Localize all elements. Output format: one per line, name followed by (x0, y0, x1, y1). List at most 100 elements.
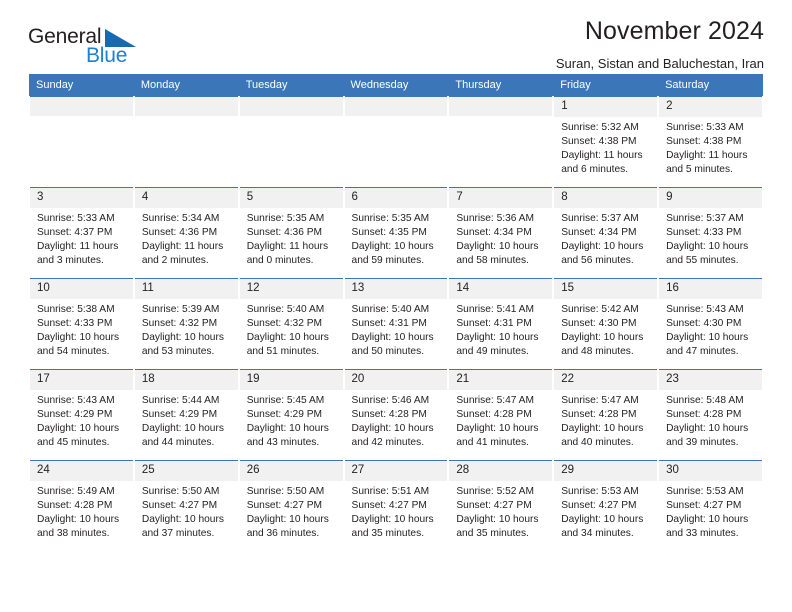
day-number (344, 97, 448, 116)
calendar-day-cell[interactable]: 27 Sunrise: 5:51 AM Sunset: 4:27 PM Dayligh… (342, 460, 450, 551)
day-number: 4 (134, 188, 238, 208)
calendar-day-cell[interactable]: 9 Sunrise: 5:37 AM Sunset: 4:33 PM Daylight… (657, 187, 764, 279)
weekday-header-sunday: Sunday (29, 74, 134, 97)
calendar-day-cell[interactable]: 30 Sunrise: 5:53 AM Sunset: 4:27 PM Dayligh… (657, 460, 764, 551)
calendar-week-row: 3 Sunrise: 5:33 AM Sunset: 4:37 PM Daylight… (28, 187, 764, 279)
calendar-day-cell[interactable]: 15 Sunrise: 5:42 AM Sunset: 4:30 PM Dayligh… (552, 278, 660, 370)
sunrise-text: Sunrise: 5:33 AM (666, 121, 744, 133)
day-number: 29 (554, 461, 658, 481)
day-number: 14 (449, 279, 553, 299)
calendar-day-cell[interactable]: 6 Sunrise: 5:35 AM Sunset: 4:35 PM Daylight… (342, 187, 450, 279)
calendar-day-cell[interactable]: 24 Sunrise: 5:49 AM Sunset: 4:28 PM Dayligh… (28, 460, 135, 551)
calendar-week-row: 10 Sunrise: 5:38 AM Sunset: 4:33 PM Dayligh… (28, 278, 764, 370)
day-details: Sunrise: 5:48 AM Sunset: 4:28 PM Daylight:… (659, 390, 762, 451)
day-number: 19 (239, 370, 343, 390)
calendar-day-cell[interactable]: 22 Sunrise: 5:47 AM Sunset: 4:28 PM Dayligh… (552, 369, 660, 461)
daylight-text: Daylight: 10 hours and 43 minutes. (246, 423, 329, 449)
calendar-day-cell[interactable]: 7 Sunrise: 5:36 AM Sunset: 4:34 PM Daylight… (447, 187, 555, 279)
day-details: Sunrise: 5:53 AM Sunset: 4:27 PM Daylight:… (659, 481, 762, 542)
sunrise-text: Sunrise: 5:50 AM (246, 485, 325, 497)
calendar-day-cell[interactable]: 11 Sunrise: 5:39 AM Sunset: 4:32 PM Dayligh… (132, 278, 240, 370)
sunset-text: Sunset: 4:36 PM (246, 226, 323, 238)
calendar-day-cell[interactable]: 21 Sunrise: 5:47 AM Sunset: 4:28 PM Dayligh… (447, 369, 555, 461)
day-number: 20 (344, 370, 448, 390)
day-details: Sunrise: 5:42 AM Sunset: 4:30 PM Daylight:… (554, 299, 657, 360)
calendar-day-cell[interactable]: 2 Sunrise: 5:33 AM Sunset: 4:38 PM Daylight… (657, 96, 764, 188)
day-details: Sunrise: 5:33 AM Sunset: 4:37 PM Daylight:… (30, 208, 133, 269)
weekday-header-saturday: Saturday (658, 74, 763, 97)
brand-name-blue: Blue (86, 44, 128, 67)
calendar-day-cell[interactable]: 25 Sunrise: 5:50 AM Sunset: 4:27 PM Dayligh… (132, 460, 240, 551)
sunset-text: Sunset: 4:29 PM (246, 408, 323, 420)
sunset-text: Sunset: 4:28 PM (666, 408, 742, 420)
daylight-text: Daylight: 10 hours and 33 minutes. (666, 514, 749, 540)
sunrise-text: Sunrise: 5:50 AM (141, 485, 220, 497)
calendar-day-cell[interactable]: 1 Sunrise: 5:32 AM Sunset: 4:38 PM Daylight… (552, 96, 660, 188)
calendar-cell-empty (28, 96, 135, 188)
calendar-body: 1 Sunrise: 5:32 AM Sunset: 4:38 PM Daylight… (28, 96, 764, 551)
calendar-day-cell[interactable]: 26 Sunrise: 5:50 AM Sunset: 4:27 PM Dayligh… (237, 460, 345, 551)
day-number: 12 (239, 279, 343, 299)
calendar-day-cell[interactable]: 12 Sunrise: 5:40 AM Sunset: 4:32 PM Dayligh… (237, 278, 345, 370)
calendar-day-cell[interactable]: 23 Sunrise: 5:48 AM Sunset: 4:28 PM Dayligh… (657, 369, 764, 461)
day-details: Sunrise: 5:39 AM Sunset: 4:32 PM Daylight:… (135, 299, 238, 360)
daylight-text: Daylight: 10 hours and 37 minutes. (141, 514, 224, 540)
calendar-day-cell[interactable]: 5 Sunrise: 5:35 AM Sunset: 4:36 PM Daylight… (237, 187, 345, 279)
calendar-day-cell[interactable]: 8 Sunrise: 5:37 AM Sunset: 4:34 PM Daylight… (552, 187, 660, 279)
day-details: Sunrise: 5:43 AM Sunset: 4:29 PM Daylight:… (30, 390, 133, 451)
calendar-page: General Blue November 2024 Suran, Sistan… (0, 0, 792, 612)
day-number: 27 (344, 461, 448, 481)
calendar-day-cell[interactable]: 20 Sunrise: 5:46 AM Sunset: 4:28 PM Dayligh… (342, 369, 450, 461)
calendar-day-cell[interactable]: 28 Sunrise: 5:52 AM Sunset: 4:27 PM Dayligh… (447, 460, 555, 551)
daylight-text: Daylight: 10 hours and 48 minutes. (561, 332, 644, 358)
sunrise-text: Sunrise: 5:36 AM (456, 212, 534, 224)
calendar-day-cell[interactable]: 4 Sunrise: 5:34 AM Sunset: 4:36 PM Daylight… (132, 187, 240, 279)
day-details: Sunrise: 5:45 AM Sunset: 4:29 PM Daylight:… (240, 390, 343, 451)
sunrise-sunset-calendar: Sunday Monday Tuesday Wednesday Thursday… (28, 74, 764, 551)
sunset-text: Sunset: 4:32 PM (141, 317, 218, 329)
daylight-text: Daylight: 10 hours and 42 minutes. (351, 423, 434, 449)
daylight-text: Daylight: 11 hours and 2 minutes. (141, 241, 224, 267)
day-details: Sunrise: 5:35 AM Sunset: 4:35 PM Daylight:… (345, 208, 448, 269)
day-number (30, 97, 133, 116)
sunset-text: Sunset: 4:27 PM (666, 499, 742, 511)
day-details: Sunrise: 5:50 AM Sunset: 4:27 PM Daylight:… (135, 481, 238, 542)
calendar-day-cell[interactable]: 17 Sunrise: 5:43 AM Sunset: 4:29 PM Dayligh… (28, 369, 135, 461)
day-number: 2 (659, 97, 762, 117)
calendar-day-cell[interactable]: 13 Sunrise: 5:40 AM Sunset: 4:31 PM Dayligh… (342, 278, 450, 370)
sunset-text: Sunset: 4:38 PM (561, 135, 637, 147)
calendar-day-cell[interactable]: 29 Sunrise: 5:53 AM Sunset: 4:27 PM Dayligh… (552, 460, 660, 551)
sunset-text: Sunset: 4:32 PM (246, 317, 323, 329)
day-details: Sunrise: 5:49 AM Sunset: 4:28 PM Daylight:… (30, 481, 133, 542)
day-details: Sunrise: 5:51 AM Sunset: 4:27 PM Daylight:… (345, 481, 448, 542)
page-title: November 2024 (584, 17, 764, 45)
day-number: 1 (554, 97, 658, 117)
daylight-text: Daylight: 10 hours and 41 minutes. (456, 423, 539, 449)
brand-logo[interactable]: General Blue (28, 26, 158, 74)
calendar-week-row: 24 Sunrise: 5:49 AM Sunset: 4:28 PM Dayligh… (28, 460, 764, 551)
calendar-day-cell[interactable]: 18 Sunrise: 5:44 AM Sunset: 4:29 PM Dayligh… (132, 369, 240, 461)
sunrise-text: Sunrise: 5:53 AM (561, 485, 639, 497)
sunrise-text: Sunrise: 5:37 AM (666, 212, 744, 224)
day-details: Sunrise: 5:41 AM Sunset: 4:31 PM Daylight:… (449, 299, 552, 360)
sunrise-text: Sunrise: 5:39 AM (141, 303, 220, 315)
day-details: Sunrise: 5:43 AM Sunset: 4:30 PM Daylight:… (659, 299, 762, 360)
day-details: Sunrise: 5:37 AM Sunset: 4:34 PM Daylight:… (554, 208, 657, 269)
calendar-day-cell[interactable]: 14 Sunrise: 5:41 AM Sunset: 4:31 PM Dayligh… (447, 278, 555, 370)
daylight-text: Daylight: 10 hours and 47 minutes. (666, 332, 749, 358)
daylight-text: Daylight: 10 hours and 35 minutes. (351, 514, 434, 540)
calendar-day-cell[interactable]: 3 Sunrise: 5:33 AM Sunset: 4:37 PM Daylight… (28, 187, 135, 279)
sunset-text: Sunset: 4:34 PM (456, 226, 532, 238)
day-details: Sunrise: 5:32 AM Sunset: 4:38 PM Daylight:… (554, 117, 657, 178)
daylight-text: Daylight: 10 hours and 40 minutes. (561, 423, 644, 449)
weekday-header-row: Sunday Monday Tuesday Wednesday Thursday… (29, 74, 763, 97)
day-details: Sunrise: 5:40 AM Sunset: 4:31 PM Daylight:… (345, 299, 448, 360)
daylight-text: Daylight: 10 hours and 55 minutes. (666, 241, 749, 267)
calendar-day-cell[interactable]: 10 Sunrise: 5:38 AM Sunset: 4:33 PM Dayligh… (28, 278, 135, 370)
daylight-text: Daylight: 10 hours and 51 minutes. (246, 332, 329, 358)
daylight-text: Daylight: 10 hours and 38 minutes. (37, 514, 120, 540)
calendar-day-cell[interactable]: 19 Sunrise: 5:45 AM Sunset: 4:29 PM Dayligh… (237, 369, 345, 461)
calendar-day-cell[interactable]: 16 Sunrise: 5:43 AM Sunset: 4:30 PM Dayligh… (657, 278, 764, 370)
weekday-header-monday: Monday (133, 74, 239, 97)
daylight-text: Daylight: 10 hours and 34 minutes. (561, 514, 644, 540)
